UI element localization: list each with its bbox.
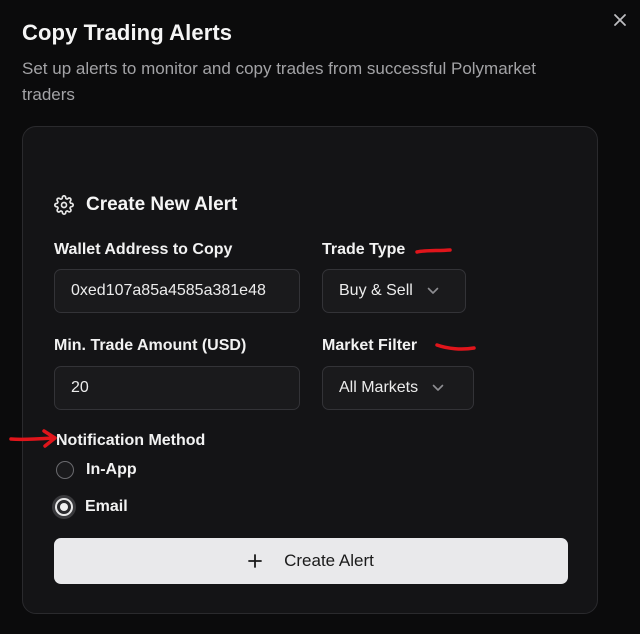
close-icon	[614, 14, 626, 26]
annotation-underline-market-filter	[435, 343, 476, 351]
market-filter-label: Market Filter	[322, 337, 418, 354]
annotation-arrow-notification	[9, 429, 57, 448]
radio-in-app-label: In-App	[86, 461, 137, 478]
create-alert-label: Create Alert	[284, 551, 374, 570]
notification-method-label: Notification Method	[56, 432, 206, 449]
annotation-underline-trade-type	[415, 248, 452, 254]
dialog-subtitle: Set up alerts to monitor and copy trades…	[22, 59, 537, 104]
radio-email-label: Email	[85, 498, 128, 515]
trade-type-select[interactable]: Buy & Sell	[322, 269, 466, 313]
dialog-title: Copy Trading Alerts	[22, 20, 233, 45]
market-filter-select[interactable]: All Markets	[322, 366, 474, 410]
min-trade-amount-input[interactable]: 20	[54, 366, 300, 410]
market-filter-value: All Markets	[339, 379, 419, 396]
radio-in-app[interactable]: In-App	[56, 461, 137, 479]
wallet-address-input[interactable]: 0xed107a85a4585a381e48	[54, 269, 300, 313]
gear-icon	[54, 195, 74, 215]
radio-button-selected[interactable]	[55, 498, 73, 516]
card-header: Create New Alert	[54, 194, 237, 216]
copy-trading-dialog: Copy Trading Alerts Set up alerts to mon…	[0, 0, 640, 634]
trade-type-value: Buy & Sell	[339, 282, 413, 299]
wallet-address-label: Wallet Address to Copy	[54, 241, 233, 258]
close-button[interactable]	[610, 10, 630, 30]
radio-button[interactable]	[56, 461, 74, 479]
create-alert-button[interactable]: Create Alert	[54, 538, 568, 584]
plus-icon	[248, 554, 263, 568]
radio-email[interactable]: Email	[55, 498, 128, 516]
chevron-down-icon	[432, 384, 444, 391]
min-trade-amount-label: Min. Trade Amount (USD)	[54, 337, 247, 354]
min-trade-amount-value: 20	[71, 379, 89, 396]
trade-type-label: Trade Type	[322, 241, 406, 258]
chevron-down-icon	[427, 287, 439, 294]
card-title: Create New Alert	[86, 194, 238, 215]
wallet-address-value: 0xed107a85a4585a381e48	[71, 282, 266, 299]
